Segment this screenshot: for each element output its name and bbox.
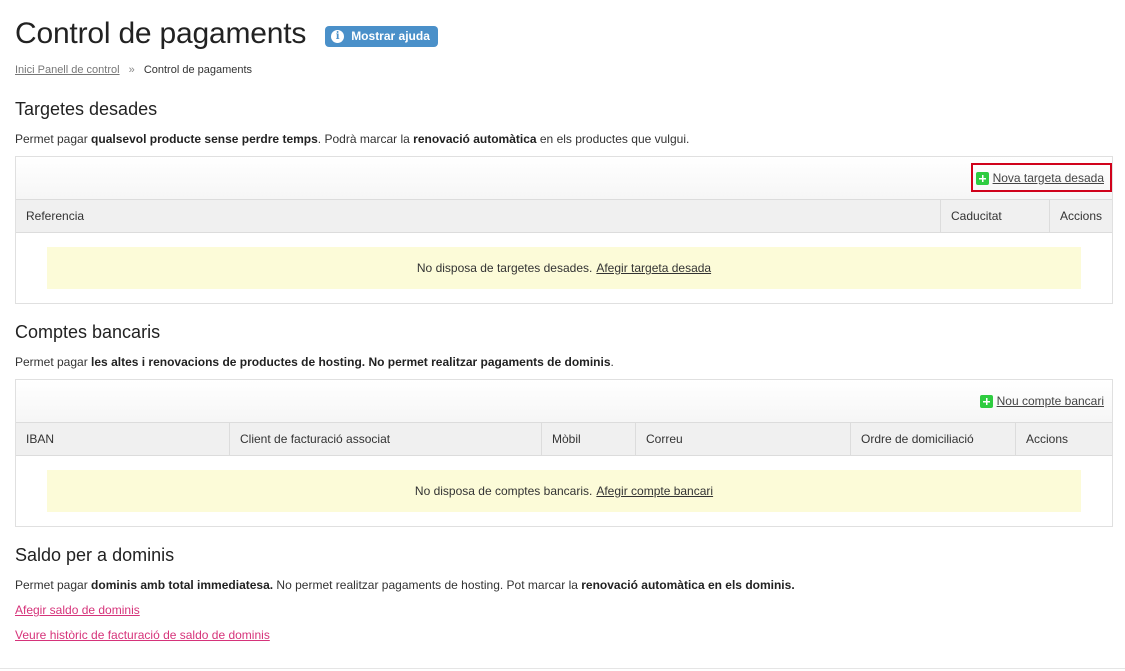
title-row: Control de pagaments i Mostrar ajuda	[15, 14, 438, 54]
breadcrumb: Inici Panell de control » Control de pag…	[15, 64, 252, 76]
info-icon: i	[331, 29, 345, 43]
desc-bold: les altes i renovacions de productes de …	[91, 355, 611, 369]
column-header-actions: Accions	[1026, 432, 1069, 446]
show-help-label: Mostrar ajuda	[351, 29, 430, 43]
new-saved-card-label: Nova targeta desada	[992, 171, 1104, 185]
saved-cards-title: Targetes desades	[15, 99, 158, 119]
desc-text: en els productes que vulgui.	[536, 132, 690, 146]
bank-accounts-table-header: IBAN Client de facturació associat Mòbil…	[16, 423, 1112, 456]
payments-page: Control de pagaments i Mostrar ajuda Ini…	[0, 0, 1125, 671]
desc-bold: renovació automàtica	[413, 132, 537, 146]
saved-cards-table-header: Referencia Caducitat Accions	[16, 200, 1112, 233]
plus-icon	[979, 394, 993, 408]
column-header-direct-debit-order[interactable]: Ordre de domiciliació	[851, 423, 1016, 455]
column-header-billing-client[interactable]: Client de facturació associat	[230, 423, 542, 455]
desc-text: Permet pagar	[15, 132, 92, 146]
column-header-iban[interactable]: IBAN	[16, 423, 230, 455]
bank-accounts-empty-body: No disposa de comptes bancaris. Afegir c…	[16, 456, 1112, 526]
column-header-reference[interactable]: Referencia	[16, 200, 941, 232]
desc-bold: renovació automàtica en els dominis.	[581, 578, 795, 592]
new-bank-account-button[interactable]: Nou compte bancari	[979, 394, 1104, 408]
desc-bold: qualsevol producte sense perdre temps	[91, 132, 318, 146]
show-help-button[interactable]: i Mostrar ajuda	[325, 25, 438, 47]
desc-text: .	[610, 355, 614, 369]
column-header-email[interactable]: Correu	[636, 423, 851, 455]
plus-icon	[975, 171, 989, 185]
breadcrumb-current: Control de pagaments	[143, 64, 253, 76]
add-bank-account-link[interactable]: Afegir compte bancari	[596, 484, 713, 498]
domain-balance-history-link[interactable]: Veure històric de facturació de saldo de…	[15, 628, 270, 642]
bank-accounts-description: Permet pagar les altes i renovacions de …	[15, 355, 614, 369]
domain-balance-title: Saldo per a dominis	[15, 545, 175, 565]
column-header-mobile[interactable]: Mòbil	[542, 423, 636, 455]
bank-accounts-panel: Nou compte bancari IBAN Client de factur…	[15, 379, 1113, 527]
column-header-expiry[interactable]: Caducitat	[941, 200, 1050, 232]
breadcrumb-separator: »	[128, 64, 135, 76]
saved-cards-toolbar: Nova targeta desada	[16, 157, 1112, 200]
desc-text: Permet pagar	[15, 355, 92, 369]
empty-message-text: No disposa de comptes bancaris.	[414, 484, 593, 498]
add-saved-card-link[interactable]: Afegir targeta desada	[596, 261, 711, 275]
desc-bold: dominis amb total immediatesa.	[91, 578, 274, 592]
saved-cards-panel: Nova targeta desada Referencia Caducitat…	[15, 156, 1113, 304]
domain-balance-description: Permet pagar dominis amb total immediate…	[15, 578, 795, 592]
add-domain-balance-link[interactable]: Afegir saldo de dominis	[15, 603, 140, 617]
bank-accounts-title: Comptes bancaris	[15, 322, 161, 342]
saved-cards-empty-body: No disposa de targetes desades. Afegir t…	[16, 233, 1112, 303]
desc-text: Permet pagar	[15, 578, 92, 592]
saved-cards-empty-message: No disposa de targetes desades. Afegir t…	[47, 247, 1081, 289]
desc-text: . Podrà marcar la	[317, 132, 414, 146]
divider	[0, 668, 1125, 669]
column-header-actions: Accions	[1060, 209, 1103, 223]
new-saved-card-button[interactable]: Nova targeta desada	[975, 171, 1104, 185]
empty-message-text: No disposa de targetes desades.	[416, 261, 593, 275]
new-bank-account-label: Nou compte bancari	[996, 394, 1104, 408]
saved-cards-description: Permet pagar qualsevol producte sense pe…	[15, 132, 689, 146]
bank-accounts-empty-message: No disposa de comptes bancaris. Afegir c…	[47, 470, 1081, 512]
page-title: Control de pagaments	[15, 17, 307, 50]
breadcrumb-home-link[interactable]: Inici Panell de control	[15, 64, 120, 76]
desc-text: No permet realitzar pagaments de hosting…	[273, 578, 582, 592]
bank-accounts-toolbar: Nou compte bancari	[16, 380, 1112, 423]
